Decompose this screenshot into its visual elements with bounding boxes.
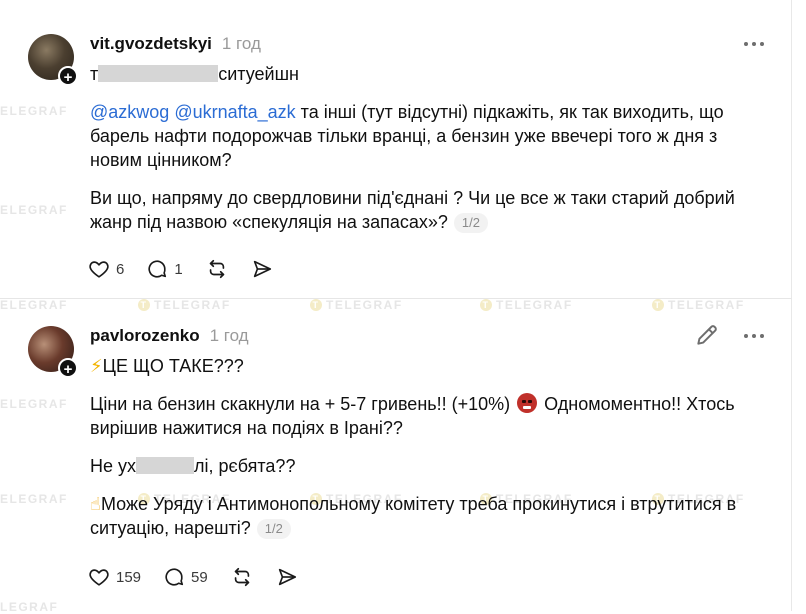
heart-icon [89, 261, 109, 278]
post-actions: 159 59 [88, 566, 320, 588]
post-text: т ситуейшн @azkwog @ukrnafta_azk та інші … [90, 62, 770, 248]
reply-count: 1 [174, 260, 183, 278]
post-header: vit.gvozdetskyi 1 год [90, 32, 261, 56]
more-dots-icon[interactable] [740, 32, 768, 56]
text-fragment: Не ух [90, 456, 137, 476]
redaction-block [136, 457, 195, 474]
username[interactable]: pavlorozenko [90, 326, 200, 346]
watermark: ELEGRAF [0, 397, 68, 411]
share-button[interactable] [251, 258, 273, 280]
like-count: 6 [116, 260, 125, 278]
watermark: T TELEGRAF [138, 298, 231, 312]
repost-icon [209, 259, 224, 279]
more-dots-icon[interactable] [740, 324, 768, 348]
reply-button[interactable]: 59 [163, 566, 208, 588]
watermark: ELEGRAF [0, 492, 68, 506]
timestamp[interactable]: 1 год [210, 326, 249, 346]
post-divider [0, 298, 792, 299]
repost-icon [234, 567, 249, 587]
watermark: LEGRAF [0, 600, 59, 614]
watermark: ELEGRAF [0, 203, 68, 217]
page-indicator[interactable]: 1/2 [453, 213, 488, 233]
post-paragraph: Ви що, напряму до свердловини під'єднані… [90, 186, 770, 234]
post-paragraph: Не ух лі, рєбята?? [90, 454, 770, 478]
comment-icon [148, 260, 167, 278]
share-button[interactable] [276, 566, 298, 588]
post-paragraph: Ціни на бензин скакнули на + 5-7 гривень… [90, 392, 770, 440]
text-fragment: Ціни на бензин скакнули на + 5-7 гривень… [90, 394, 516, 414]
text-fragment: лі, рєбята?? [194, 456, 296, 476]
watermark: ELEGRAF [0, 104, 68, 118]
like-count: 159 [116, 568, 142, 586]
post-paragraph: т ситуейшн [90, 62, 770, 86]
redaction-block [98, 65, 219, 82]
reply-button[interactable]: 1 [146, 258, 183, 280]
angry-face-emoji-icon [517, 393, 538, 413]
heart-icon [89, 569, 109, 586]
reply-count: 59 [191, 568, 208, 586]
post-header: pavlorozenko 1 год [90, 324, 249, 348]
like-button[interactable]: 159 [88, 566, 141, 588]
mention-link[interactable]: @ukrnafta_azk [174, 102, 295, 122]
follow-plus-icon[interactable]: + [58, 66, 78, 86]
repost-button[interactable] [230, 566, 254, 588]
send-icon [253, 260, 271, 278]
avatar-container[interactable]: + [28, 34, 78, 86]
pencil-icon[interactable] [694, 322, 720, 348]
post-text: ⚡ЦЕ ЩО ТАКЕ??? Ціни на бензин скакнули н… [90, 354, 770, 554]
watermark: ELEGRAF [0, 298, 68, 312]
username[interactable]: vit.gvozdetskyi [90, 34, 212, 54]
text-fragment: т [90, 64, 99, 84]
threads-feed: ELEGRAF ELEGRAF ELEGRAF T TELEGRAF T TELEG… [0, 0, 792, 614]
comment-icon [165, 568, 184, 586]
lightning-emoji-icon: ⚡ [90, 356, 103, 376]
page-indicator[interactable]: 1/2 [256, 519, 291, 539]
post-paragraph: ☝Може Уряду і Антимонопольному комітету … [90, 492, 770, 540]
avatar-container[interactable]: + [28, 326, 78, 378]
mention-link[interactable]: @azkwog [90, 102, 169, 122]
pointing-finger-emoji-icon: ☝ [90, 494, 101, 514]
send-icon [278, 568, 296, 586]
watermark: T TELEGRAF [310, 298, 403, 312]
like-button[interactable]: 6 [88, 258, 124, 280]
repost-button[interactable] [205, 258, 229, 280]
follow-plus-icon[interactable]: + [58, 358, 78, 378]
text-fragment: ситуейшн [218, 64, 299, 84]
text-fragment: Ви що, напряму до свердловини під'єднані… [90, 188, 735, 232]
timestamp[interactable]: 1 год [222, 34, 261, 54]
watermark: T TELEGRAF [652, 298, 745, 312]
post-paragraph: ⚡ЦЕ ЩО ТАКЕ??? [90, 354, 770, 378]
text-fragment: ЦЕ ЩО ТАКЕ??? [102, 356, 244, 376]
post-actions: 6 1 [88, 258, 295, 280]
post-paragraph: @azkwog @ukrnafta_azk та інші (тут відсу… [90, 100, 770, 172]
watermark: T TELEGRAF [480, 298, 573, 312]
text-fragment: Може Уряду і Антимонопольному комітету т… [90, 494, 737, 538]
